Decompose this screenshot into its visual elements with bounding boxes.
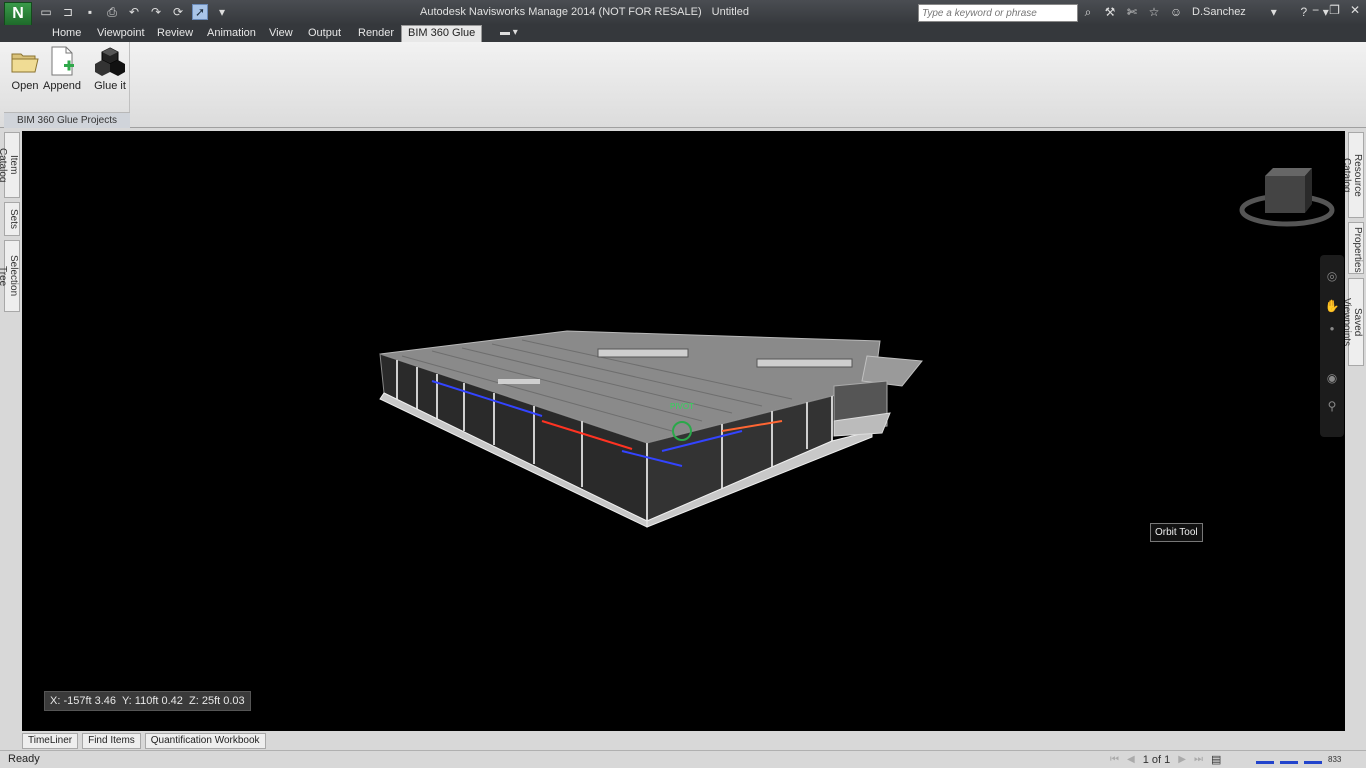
sheet-browser-icon[interactable]: ▤ [1211,753,1221,766]
viewcube[interactable] [1239,168,1335,227]
sheet-pager: ⏮ ◀ 1 of 1 ▶ ⏭ ▤ [1110,753,1221,767]
disk-progress-icon [1280,754,1298,764]
navisworks-window: N ▭ ⊐ ▪ ⎙ ↶ ↷ ⟳ ➚ ▾ Autodesk Navisworks … [0,0,1366,768]
page-indicator: 1 of 1 [1142,753,1171,766]
pivot-label: PIVOT [670,402,694,411]
title-bar: N ▭ ⊐ ▪ ⎙ ↶ ↷ ⟳ ➚ ▾ Autodesk Navisworks … [0,0,1366,26]
ribbon: Open Append Glue it BIM 360 Glue Project… [0,42,1366,128]
tab-find-items[interactable]: Find Items [82,733,141,749]
window-controls: − ❐ ✕ [1312,3,1360,17]
tab-sets[interactable]: Sets [4,202,20,236]
tab-render[interactable]: Render [358,25,394,42]
tab-item-catalog[interactable]: Item Catalog [0,132,20,198]
memory-usage: 833 [1328,754,1342,764]
pan-hand-icon[interactable]: ✋ [1325,299,1340,313]
cubes-icon [95,46,125,76]
favorites-icon[interactable]: ☆ [1146,4,1162,20]
right-dock-tabs: Resource Catalog Properties Saved Viewpo… [1341,130,1365,730]
performance-indicators: 833 [1256,754,1341,764]
open-folder-icon [10,46,40,76]
tab-viewpoint[interactable]: Viewpoint [97,25,145,42]
open-label: Open [11,80,39,92]
orbit-icon[interactable]: ◉ [1325,371,1339,385]
document-title: Untitled [711,6,749,18]
minimize-icon[interactable]: − [1312,3,1319,17]
undo-icon[interactable]: ↶ [126,4,142,20]
tab-view[interactable]: View [269,25,293,42]
append-label: Append [43,80,81,92]
select-arrow-icon[interactable]: ➚ [192,4,208,20]
tab-output[interactable]: Output [308,25,341,42]
building-model[interactable]: PIVOT [22,131,1345,731]
tab-timeliner[interactable]: TimeLiner [22,733,79,749]
status-bar: Ready ⏮ ◀ 1 of 1 ▶ ⏭ ▤ 833 [0,750,1366,768]
user-icon[interactable]: ☺ [1168,4,1184,20]
tab-review[interactable]: Review [157,25,193,42]
left-dock-tabs: Item Catalog Sets Selection Tree [0,130,21,730]
redo-icon[interactable]: ↷ [148,4,164,20]
web-server-progress-icon [1304,754,1322,764]
tab-saved-viewpoints[interactable]: Saved Viewpoints [1341,278,1364,366]
panel-title[interactable]: BIM 360 Glue Projects [4,112,130,128]
save-icon[interactable]: ▪ [82,4,98,20]
user-dropdown-icon[interactable]: ▾ [1266,4,1282,20]
tab-quantification-workbook[interactable]: Quantification Workbook [144,733,266,749]
user-name[interactable]: D.Sanchez [1192,6,1246,18]
tab-selection-tree[interactable]: Selection Tree [0,240,20,312]
search-input[interactable]: Type a keyword or phrase [918,4,1078,22]
prev-page-icon[interactable]: ◀ [1127,754,1135,765]
open-folder-icon[interactable]: ⊐ [60,4,76,20]
tab-home[interactable]: Home [52,25,81,42]
restore-icon[interactable]: ❐ [1329,3,1340,17]
first-page-icon[interactable]: ⏮ [1110,754,1119,765]
tab-animation[interactable]: Animation [207,25,256,42]
next-page-icon[interactable]: ▶ [1178,754,1186,765]
subscription-icon[interactable]: ⚒ [1102,4,1118,20]
walk-icon[interactable]: ⚲ [1325,399,1339,413]
quick-access-toolbar: ▭ ⊐ ▪ ⎙ ↶ ↷ ⟳ ➚ ▾ [38,4,230,20]
communication-icon[interactable]: ✄ [1124,4,1140,20]
binoculars-icon[interactable]: ⌕ [1080,4,1096,20]
help-icon[interactable]: ? [1296,4,1312,20]
open-button[interactable]: Open [8,46,42,92]
append-file-icon [47,46,77,76]
bottom-dock-tabs: TimeLiner Find Items Quantification Work… [22,733,266,749]
app-menu-button[interactable]: N [4,2,32,26]
orbit-tool-tooltip: Orbit Tool [1150,523,1203,542]
pencil-progress-icon [1256,754,1274,764]
bim360-glue-projects-panel: Open Append Glue it BIM 360 Glue Project… [4,42,130,128]
glue-it-button[interactable]: Glue it [90,46,130,92]
tab-properties[interactable]: Properties [1348,222,1364,274]
nav-dot-icon[interactable]: ● [1325,321,1339,335]
append-button[interactable]: Append [42,46,82,92]
coordinate-readout: X: -157ft 3.46 Y: 110ft 0.42 Z: 25ft 0.0… [44,691,251,711]
window-title: Autodesk Navisworks Manage 2014 (NOT FOR… [420,6,749,18]
qat-dropdown-icon[interactable]: ▾ [214,4,230,20]
close-icon[interactable]: ✕ [1350,3,1360,17]
3d-viewport[interactable]: PIVOT ◎ ✋ ● ◉ ⚲ Orbit Tool X: -157ft 3.4… [22,131,1345,731]
ribbon-options-icon[interactable]: ▬ ▾ [500,27,518,38]
refresh-icon[interactable]: ⟳ [170,4,186,20]
print-icon[interactable]: ⎙ [104,4,120,20]
ribbon-tabs: Home Viewpoint Review Animation View Out… [0,25,1366,42]
new-file-icon[interactable]: ▭ [38,4,54,20]
steering-wheel-icon[interactable]: ◎ [1325,269,1339,283]
tab-bim360-glue[interactable]: BIM 360 Glue [401,25,483,42]
glue-it-label: Glue it [94,80,126,92]
app-title: Autodesk Navisworks Manage 2014 (NOT FOR… [420,6,702,18]
navigation-bar: ◎ ✋ ● ◉ ⚲ [1320,255,1344,437]
last-page-icon[interactable]: ⏭ [1194,754,1203,765]
status-text: Ready [8,753,40,765]
infocenter-toolbar: ⌕ ⚒ ✄ ☆ ☺ D.Sanchez ▾ ? ▾ [1080,4,1334,20]
tab-resource-catalog[interactable]: Resource Catalog [1341,132,1364,218]
